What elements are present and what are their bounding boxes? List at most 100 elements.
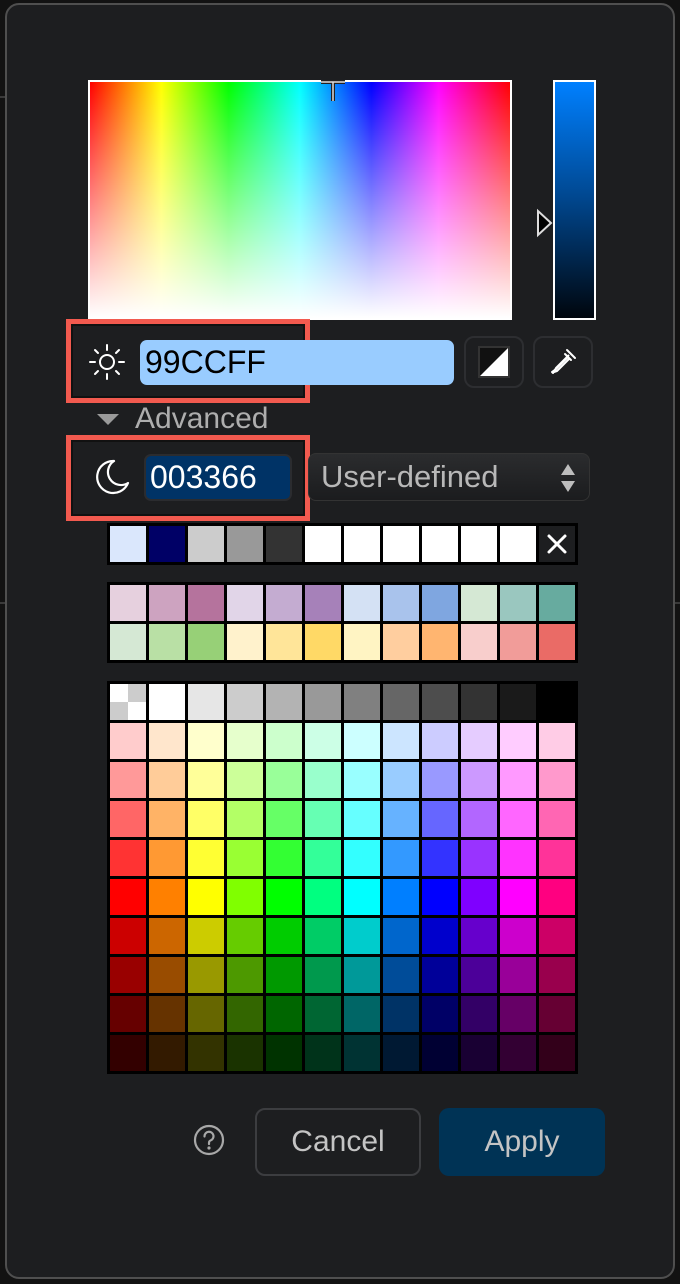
palette-color-swatch[interactable]	[422, 723, 458, 759]
theme-color-swatch[interactable]	[110, 624, 146, 660]
theme-color-swatch[interactable]	[422, 585, 458, 621]
palette-color-swatch[interactable]	[461, 840, 497, 876]
theme-color-swatch[interactable]	[539, 585, 575, 621]
palette-color-swatch[interactable]	[227, 723, 263, 759]
theme-color-swatch[interactable]	[305, 624, 341, 660]
palette-color-swatch[interactable]	[188, 840, 224, 876]
palette-color-swatch[interactable]	[539, 684, 575, 720]
palette-color-swatch[interactable]	[422, 1035, 458, 1071]
palette-color-swatch[interactable]	[461, 801, 497, 837]
recent-color-swatch[interactable]	[344, 526, 380, 562]
eyedropper-button[interactable]	[533, 336, 593, 388]
palette-color-swatch[interactable]	[266, 996, 302, 1032]
palette-color-swatch[interactable]	[149, 957, 185, 993]
recent-color-swatch[interactable]	[422, 526, 458, 562]
clear-recent-button[interactable]	[539, 526, 575, 562]
palette-color-swatch[interactable]	[305, 801, 341, 837]
palette-color-swatch[interactable]	[500, 918, 536, 954]
theme-color-swatch[interactable]	[188, 624, 224, 660]
palette-color-swatch[interactable]	[500, 723, 536, 759]
palette-color-swatch[interactable]	[344, 840, 380, 876]
theme-color-swatch[interactable]	[500, 624, 536, 660]
palette-color-swatch[interactable]	[266, 879, 302, 915]
palette-color-swatch[interactable]	[500, 801, 536, 837]
palette-color-swatch[interactable]	[188, 801, 224, 837]
palette-color-swatch[interactable]	[344, 957, 380, 993]
palette-color-swatch[interactable]	[305, 840, 341, 876]
palette-color-swatch[interactable]	[110, 957, 146, 993]
brightness-slider-handle[interactable]	[535, 208, 555, 238]
palette-color-swatch[interactable]	[539, 879, 575, 915]
palette-color-swatch[interactable]	[266, 840, 302, 876]
palette-color-swatch[interactable]	[383, 1035, 419, 1071]
palette-color-swatch[interactable]	[383, 840, 419, 876]
dark-hex-field[interactable]: 003366	[144, 454, 292, 501]
palette-color-swatch[interactable]	[344, 801, 380, 837]
palette-color-swatch[interactable]	[149, 840, 185, 876]
theme-color-swatch[interactable]	[305, 585, 341, 621]
palette-color-swatch[interactable]	[149, 801, 185, 837]
palette-color-swatch[interactable]	[383, 918, 419, 954]
palette-color-swatch[interactable]	[461, 684, 497, 720]
palette-color-swatch[interactable]	[227, 840, 263, 876]
palette-color-swatch[interactable]	[461, 996, 497, 1032]
palette-color-swatch[interactable]	[266, 762, 302, 798]
palette-color-swatch[interactable]	[266, 723, 302, 759]
palette-color-swatch[interactable]	[305, 723, 341, 759]
palette-color-swatch[interactable]	[266, 801, 302, 837]
palette-color-swatch[interactable]	[344, 918, 380, 954]
palette-color-swatch[interactable]	[188, 918, 224, 954]
palette-color-swatch[interactable]	[461, 1035, 497, 1071]
palette-color-swatch[interactable]	[149, 996, 185, 1032]
theme-color-swatch[interactable]	[110, 585, 146, 621]
transparent-swatch[interactable]	[110, 684, 146, 720]
palette-color-swatch[interactable]	[305, 996, 341, 1032]
palette-color-swatch[interactable]	[500, 1035, 536, 1071]
palette-color-swatch[interactable]	[344, 1035, 380, 1071]
theme-color-swatch[interactable]	[461, 585, 497, 621]
palette-color-swatch[interactable]	[188, 1035, 224, 1071]
advanced-toggle[interactable]: Advanced	[135, 402, 268, 436]
color-field[interactable]	[88, 80, 512, 320]
theme-color-swatch[interactable]	[149, 624, 185, 660]
palette-color-swatch[interactable]	[305, 879, 341, 915]
palette-color-swatch[interactable]	[344, 762, 380, 798]
theme-color-swatch[interactable]	[344, 624, 380, 660]
theme-color-swatch[interactable]	[227, 624, 263, 660]
recent-color-swatch[interactable]	[383, 526, 419, 562]
palette-color-swatch[interactable]	[539, 840, 575, 876]
recent-color-swatch[interactable]	[149, 526, 185, 562]
palette-color-swatch[interactable]	[149, 684, 185, 720]
palette-color-swatch[interactable]	[110, 840, 146, 876]
palette-color-swatch[interactable]	[305, 957, 341, 993]
palette-color-swatch[interactable]	[422, 684, 458, 720]
palette-color-swatch[interactable]	[227, 957, 263, 993]
palette-color-swatch[interactable]	[383, 762, 419, 798]
palette-color-swatch[interactable]	[500, 840, 536, 876]
palette-color-swatch[interactable]	[344, 879, 380, 915]
palette-color-swatch[interactable]	[383, 879, 419, 915]
recent-color-swatch[interactable]	[110, 526, 146, 562]
palette-color-swatch[interactable]	[110, 1035, 146, 1071]
palette-color-swatch[interactable]	[383, 801, 419, 837]
palette-color-swatch[interactable]	[422, 801, 458, 837]
palette-color-swatch[interactable]	[422, 879, 458, 915]
theme-color-swatch[interactable]	[227, 585, 263, 621]
recent-color-swatch[interactable]	[188, 526, 224, 562]
palette-color-swatch[interactable]	[188, 762, 224, 798]
recent-color-swatch[interactable]	[500, 526, 536, 562]
palette-color-swatch[interactable]	[422, 840, 458, 876]
palette-color-swatch[interactable]	[383, 957, 419, 993]
cancel-button[interactable]: Cancel	[255, 1108, 421, 1176]
theme-color-swatch[interactable]	[344, 585, 380, 621]
palette-color-swatch[interactable]	[383, 723, 419, 759]
palette-color-swatch[interactable]	[422, 762, 458, 798]
palette-color-swatch[interactable]	[461, 723, 497, 759]
theme-color-swatch[interactable]	[266, 585, 302, 621]
recent-color-swatch[interactable]	[227, 526, 263, 562]
palette-color-swatch[interactable]	[149, 723, 185, 759]
palette-color-swatch[interactable]	[266, 684, 302, 720]
palette-color-swatch[interactable]	[227, 801, 263, 837]
palette-color-swatch[interactable]	[461, 957, 497, 993]
palette-color-swatch[interactable]	[305, 1035, 341, 1071]
